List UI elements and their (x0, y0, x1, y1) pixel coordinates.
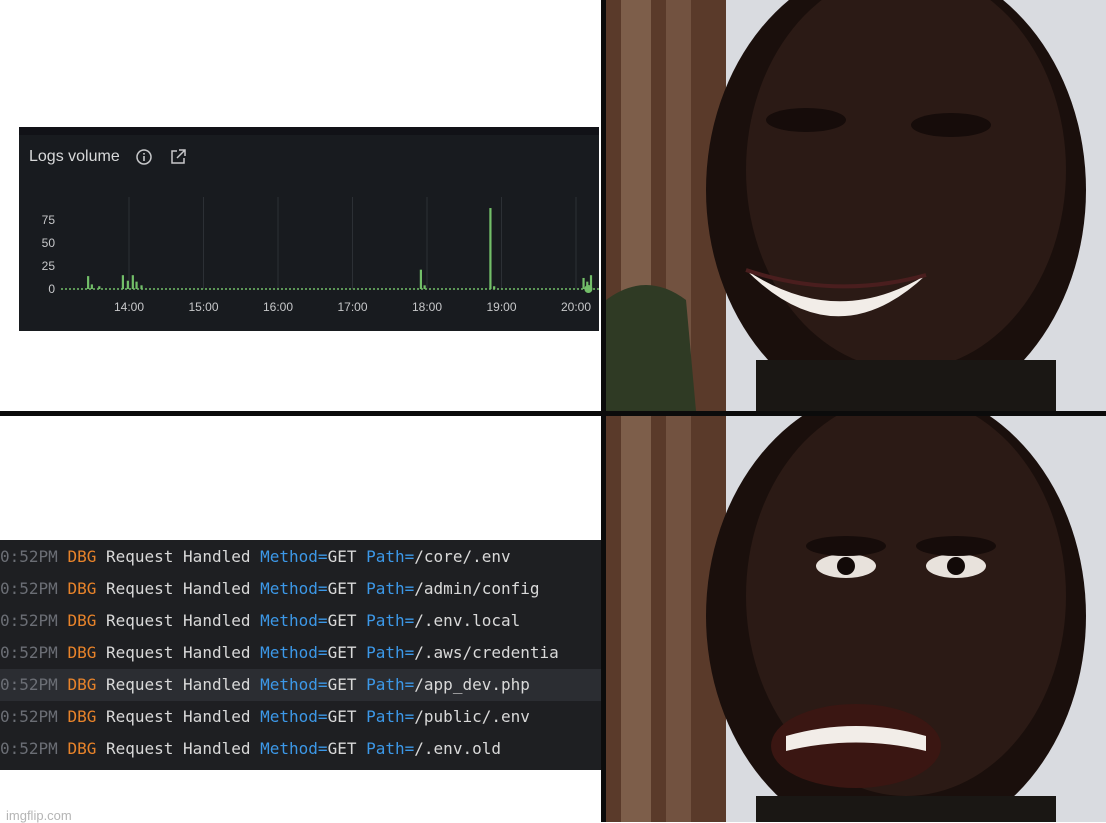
reaction-photo-smiling (606, 0, 1106, 411)
log-line[interactable]: 0:52PM DBG Request Handled Method=GET Pa… (0, 669, 683, 701)
log-timestamp: 0:52PM (0, 579, 58, 598)
log-message: Request Handled (105, 611, 251, 630)
log-method-value: GET (327, 675, 357, 694)
panel-divider-vertical (601, 0, 606, 822)
log-level: DBG (67, 547, 97, 566)
panel-header: Logs volume (29, 147, 188, 167)
logs-volume-panel: Logs volume 14:00 15:00 16:00 17:00 18:00 19:… (19, 127, 599, 331)
log-message: Request Handled (105, 675, 251, 694)
x-tick-label: 16:00 (263, 300, 293, 314)
y-tick-label: 0 (48, 282, 55, 296)
log-message: Request Handled (105, 707, 251, 726)
log-message: Request Handled (105, 579, 251, 598)
log-path-key: Path= (366, 579, 415, 598)
logs-volume-chart: 14:00 15:00 16:00 17:00 18:00 19:00 20:00 75 50 2… (42, 197, 599, 314)
log-method-value: GET (327, 611, 357, 630)
log-method-key: Method= (260, 611, 328, 630)
external-link-icon[interactable] (168, 147, 188, 167)
watermark: imgflip.com (6, 808, 72, 823)
log-method-key: Method= (260, 547, 328, 566)
log-path-key: Path= (366, 611, 415, 630)
log-method-key: Method= (260, 579, 328, 598)
log-line[interactable]: 0:52PM DBG Request Handled Method=GET Pa… (0, 541, 683, 573)
volume-bar[interactable] (131, 275, 134, 289)
log-path-key: Path= (366, 643, 415, 662)
volume-bar[interactable] (493, 286, 496, 289)
volume-bar[interactable] (126, 280, 129, 289)
log-path-key: Path= (366, 707, 415, 726)
panel-title: Logs volume (29, 148, 120, 165)
log-timestamp: 0:52PM (0, 547, 58, 566)
panel-top-bar (19, 127, 599, 135)
log-method-value: GET (327, 579, 357, 598)
x-tick-label: 20:00 (561, 300, 591, 314)
log-path-key: Path= (366, 547, 415, 566)
log-method-key: Method= (260, 707, 328, 726)
log-level: DBG (67, 707, 97, 726)
reaction-photo-shocked (606, 416, 1106, 822)
volume-bar[interactable] (423, 285, 426, 289)
log-line[interactable]: 0:52PM DBG Request Handled Method=GET Pa… (0, 605, 683, 637)
y-tick-label: 25 (42, 259, 56, 273)
log-message: Request Handled (105, 643, 251, 662)
log-level: DBG (67, 675, 97, 694)
log-level: DBG (67, 611, 97, 630)
y-tick-label: 50 (42, 236, 56, 250)
log-timestamp: 0:52PM (0, 611, 58, 630)
panel-divider-horizontal (0, 411, 1106, 416)
log-message: Request Handled (105, 739, 251, 758)
log-method-key: Method= (260, 739, 328, 758)
x-tick-label: 19:00 (486, 300, 516, 314)
volume-bar[interactable] (90, 284, 93, 289)
log-level: DBG (67, 739, 97, 758)
log-timestamp: 0:52PM (0, 675, 58, 694)
volume-bar[interactable] (140, 285, 143, 289)
log-timestamp: 0:52PM (0, 643, 58, 662)
volume-bar[interactable] (135, 281, 138, 289)
log-message: Request Handled (105, 547, 251, 566)
volume-bar[interactable] (419, 269, 422, 289)
volume-bar[interactable] (489, 208, 492, 289)
log-path-value: /app_dev.php (414, 675, 530, 694)
log-method-key: Method= (260, 643, 328, 662)
log-timestamp: 0:52PM (0, 739, 58, 758)
x-tick-label: 14:00 (114, 300, 144, 314)
log-path-value: /public/.env (414, 707, 530, 726)
hover-point (584, 285, 593, 293)
volume-bar[interactable] (582, 277, 585, 289)
log-method-key: Method= (260, 675, 328, 694)
log-path-key: Path= (366, 739, 415, 758)
volume-bar[interactable] (121, 275, 124, 289)
log-method-value: GET (327, 739, 357, 758)
log-path-value: /core/.env (414, 547, 511, 566)
log-path-value: /.aws/credentia (414, 643, 559, 662)
log-path-key: Path= (366, 675, 415, 694)
x-tick-label: 17:00 (337, 300, 367, 314)
x-tick-label: 15:00 (188, 300, 218, 314)
log-method-value: GET (327, 643, 357, 662)
log-path-value: /.env.local (414, 611, 521, 630)
log-lines-panel: 0:52PM DBG Request Handled Method=GET Pa… (0, 540, 683, 770)
log-line[interactable]: 0:52PM DBG Request Handled Method=GET Pa… (0, 701, 683, 733)
log-path-value: /admin/config (414, 579, 540, 598)
log-line[interactable]: 0:52PM DBG Request Handled Method=GET Pa… (0, 573, 683, 605)
volume-bar[interactable] (87, 276, 90, 289)
log-line[interactable]: 0:52PM DBG Request Handled Method=GET Pa… (0, 637, 683, 669)
log-method-value: GET (327, 707, 357, 726)
log-line[interactable]: 0:52PM DBG Request Handled Method=GET Pa… (0, 733, 683, 765)
log-level: DBG (67, 643, 97, 662)
y-tick-label: 75 (42, 213, 56, 227)
log-method-value: GET (327, 547, 357, 566)
info-icon[interactable] (134, 147, 154, 167)
log-level: DBG (67, 579, 97, 598)
volume-bar[interactable] (98, 286, 101, 289)
log-path-value: /.env.old (414, 739, 501, 758)
log-timestamp: 0:52PM (0, 707, 58, 726)
x-tick-label: 18:00 (412, 300, 442, 314)
